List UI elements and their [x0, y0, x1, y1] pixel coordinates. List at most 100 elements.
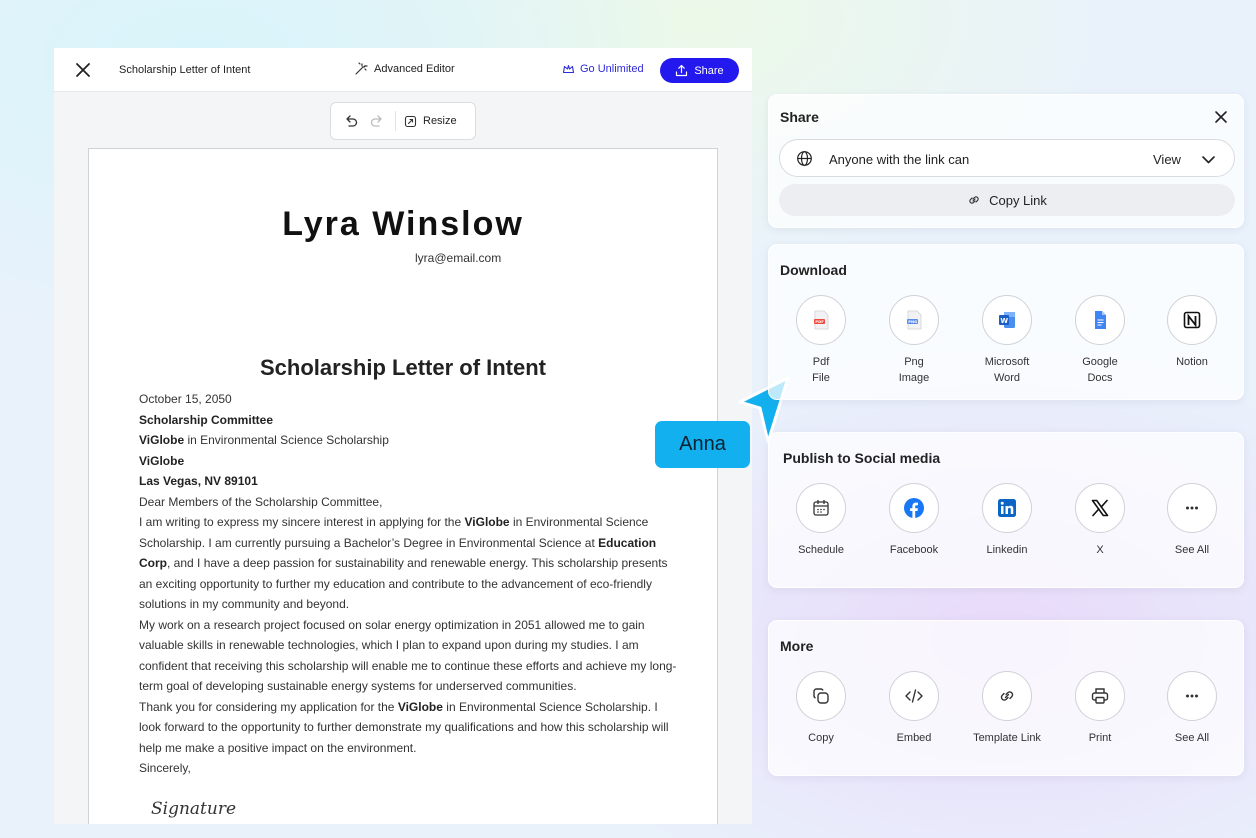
more-see-all-label: See All: [1174, 732, 1210, 744]
copy-circle: [796, 671, 846, 721]
document-page[interactable]: Lyra Winslow lyra@email.com Scholarship …: [88, 148, 718, 824]
print-icon: [1091, 688, 1109, 704]
letter-closing: Sincerely,: [139, 761, 191, 775]
embed-icon: [905, 689, 923, 703]
pdf-file-icon: PDF: [814, 310, 829, 330]
go-unlimited-button[interactable]: Go Unlimited: [562, 62, 644, 75]
toolbar-divider: [395, 111, 396, 131]
letter-paragraph-1: I am writing to express my sincere inter…: [139, 515, 668, 611]
crown-icon: [562, 64, 575, 74]
editor-window: Scholarship Letter of Intent Advanced Ed…: [54, 48, 752, 824]
download-word-button[interactable]: W Microsoft Word: [961, 295, 1053, 386]
social-see-all-circle: [1167, 483, 1217, 533]
letter-body: October 15, 2050 Scholarship Committee V…: [139, 389, 679, 779]
download-google-docs-circle: [1075, 295, 1125, 345]
social-panel: Publish to Social media Schedule Faceboo…: [768, 432, 1244, 588]
social-options: Schedule Facebook Linkedin X See All: [769, 483, 1245, 583]
more-options: Copy Embed Template Link Print See All: [769, 671, 1245, 771]
permission-text: Anyone with the link can: [829, 152, 970, 167]
resize-label: Resize: [423, 115, 457, 127]
copy-label: Copy: [808, 732, 834, 744]
editor-topbar: Scholarship Letter of Intent Advanced Ed…: [54, 48, 752, 92]
download-title: Download: [780, 262, 847, 278]
download-notion-label: Notion: [1176, 356, 1208, 368]
document-title[interactable]: Scholarship Letter of Intent: [119, 64, 250, 76]
letter-paragraph-3: Thank you for considering my application…: [139, 699, 669, 755]
download-word-label: Microsoft Word: [984, 356, 1030, 384]
print-label: Print: [1088, 732, 1112, 744]
x-icon: [1091, 499, 1109, 517]
collaborator-label: Anna: [655, 421, 750, 468]
embed-label: Embed: [896, 732, 932, 744]
undo-icon: [346, 115, 358, 127]
share-button-label: Share: [694, 64, 724, 77]
word-icon: W: [999, 312, 1015, 328]
letter-paragraph-2: My work on a research project focused on…: [139, 617, 677, 694]
download-options: PDF Pdf File PNG Png Image W Microsoft Word…: [769, 295, 1245, 395]
copy-button[interactable]: Copy: [775, 671, 867, 746]
template-link-circle: [982, 671, 1032, 721]
template-link-label: Template Link: [973, 732, 1041, 744]
facebook-button[interactable]: Facebook: [868, 483, 960, 558]
share-button[interactable]: Share: [660, 58, 739, 83]
link-permission-select[interactable]: Anyone with the link can View: [779, 139, 1235, 177]
close-icon[interactable]: [72, 59, 94, 81]
linkedin-label: Linkedin: [986, 544, 1028, 556]
letter-date: October 15, 2050: [139, 392, 232, 406]
link-icon: [1000, 691, 1014, 701]
embed-button[interactable]: Embed: [868, 671, 960, 746]
magic-wand-icon: [355, 62, 368, 75]
download-notion-button[interactable]: Notion: [1146, 295, 1238, 370]
download-google-docs-label: Google Docs: [1082, 356, 1118, 384]
letter-salutation: Dear Members of the Scholarship Committe…: [139, 494, 383, 509]
share-panel: Share Anyone with the link can View Copy…: [768, 94, 1244, 228]
google-docs-icon: [1095, 311, 1106, 329]
print-circle: [1075, 671, 1125, 721]
template-link-button[interactable]: Template Link: [961, 671, 1053, 746]
svg-text:PNG: PNG: [908, 319, 917, 324]
png-image-icon: PNG: [907, 310, 922, 330]
download-word-circle: W: [982, 295, 1032, 345]
schedule-button[interactable]: Schedule: [775, 483, 867, 558]
close-icon[interactable]: [1213, 109, 1229, 125]
signature: Signature: [151, 799, 237, 819]
globe-icon: [797, 151, 812, 166]
calendar-icon: [813, 500, 829, 516]
more-title: More: [780, 638, 814, 654]
copy-link-button[interactable]: Copy Link: [779, 184, 1235, 216]
link-icon: [969, 196, 979, 204]
linkedin-button[interactable]: Linkedin: [961, 483, 1053, 558]
advanced-editor-button[interactable]: Advanced Editor: [354, 62, 455, 76]
copy-link-label: Copy Link: [989, 192, 1047, 208]
share-panel-title: Share: [780, 109, 819, 125]
social-see-all-label: See All: [1174, 544, 1210, 556]
more-see-all-button[interactable]: See All: [1146, 671, 1238, 746]
resize-button[interactable]: Resize: [404, 115, 457, 128]
facebook-circle: [889, 483, 939, 533]
permission-value[interactable]: View: [1153, 152, 1181, 167]
linkedin-circle: [982, 483, 1032, 533]
go-unlimited-label: Go Unlimited: [580, 62, 644, 75]
download-png-label: Png Image: [898, 356, 930, 384]
print-button[interactable]: Print: [1054, 671, 1146, 746]
svg-text:PDF: PDF: [815, 319, 824, 324]
letter-recipient: Scholarship Committee: [139, 412, 274, 427]
copy-icon: [813, 688, 829, 704]
download-png-button[interactable]: PNG Png Image: [868, 295, 960, 386]
letter-org: ViGlobe: [139, 453, 185, 468]
social-title: Publish to Social media: [783, 450, 941, 466]
social-see-all-button[interactable]: See All: [1146, 483, 1238, 558]
download-google-docs-button[interactable]: Google Docs: [1054, 295, 1146, 386]
letter-city: Las Vegas, NV 89101: [139, 474, 258, 488]
notion-icon: [1183, 311, 1201, 329]
undo-button[interactable]: [341, 111, 361, 131]
chevron-down-icon[interactable]: [1201, 152, 1216, 167]
advanced-editor-label: Advanced Editor: [374, 63, 455, 75]
redo-button[interactable]: [367, 111, 387, 131]
download-pdf-button[interactable]: PDF Pdf File: [775, 295, 867, 386]
redo-icon: [370, 115, 382, 127]
download-png-circle: PNG: [889, 295, 939, 345]
x-button[interactable]: X: [1054, 483, 1146, 558]
schedule-label: Schedule: [798, 544, 844, 556]
edit-toolbar: Resize: [330, 102, 476, 140]
